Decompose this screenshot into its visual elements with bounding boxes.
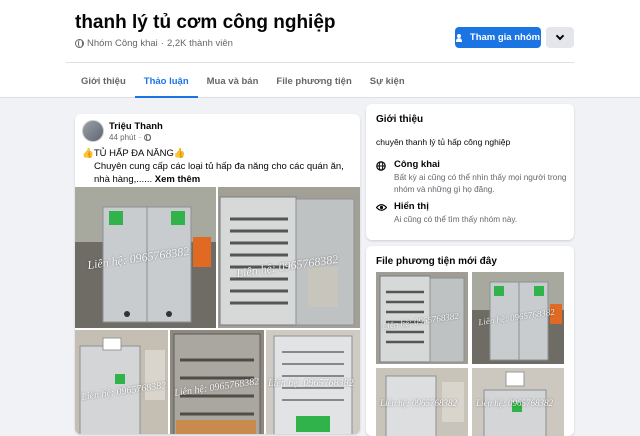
- people-icon: [455, 33, 466, 42]
- visible-text: Ai cũng có thể tìm thấy nhóm này.: [394, 215, 518, 224]
- media-watermark: Liên hệ: 0965768382: [476, 398, 553, 408]
- media-thumbnail[interactable]: Liên hệ: 0965768382: [472, 272, 564, 364]
- post-author[interactable]: Triệu Thanh: [109, 121, 163, 132]
- group-title: thanh lý tủ cơm công nghiệp: [75, 12, 336, 33]
- tab-about[interactable]: Giới thiệu: [72, 64, 135, 98]
- about-title: Giới thiệu: [376, 114, 424, 125]
- post-photo[interactable]: Liên hệ: 0965768382: [75, 330, 168, 434]
- avatar[interactable]: [82, 120, 104, 142]
- post-photo-grid: Liên hệ: 0965768382 Liên hệ: 0965768382: [75, 187, 360, 434]
- see-more-link[interactable]: Xem thêm: [155, 174, 200, 185]
- post-photo[interactable]: Liên hệ: 0965768382: [170, 330, 264, 434]
- post-time: 44 phút ·: [109, 133, 152, 142]
- group-header: thanh lý tủ cơm công nghiệp Nhóm Công kh…: [0, 0, 640, 98]
- post-text: 👍TỦ HẤP ĐA NĂNG👍 Chuyên cung cấp các loạ…: [82, 147, 354, 186]
- globe-icon: [144, 134, 152, 141]
- join-group-button[interactable]: Tham gia nhóm: [455, 27, 541, 48]
- post-time-text[interactable]: 44 phút: [109, 133, 136, 142]
- recent-media-title: File phương tiện mới đây: [376, 256, 497, 267]
- photo-watermark: Liên hệ: 0965768382: [268, 378, 354, 389]
- tab-events[interactable]: Sự kiện: [361, 64, 414, 98]
- media-thumbnail[interactable]: Liên hệ: 0965768382: [376, 272, 468, 364]
- post-headline: 👍TỦ HẤP ĐA NĂNG👍: [82, 148, 186, 159]
- chevron-down-icon: [555, 31, 565, 41]
- more-options-button[interactable]: [546, 27, 574, 48]
- globe-icon: [376, 161, 386, 171]
- post-photo[interactable]: Liên hệ: 0965768382: [218, 187, 360, 328]
- about-card: Giới thiệu chuyên thanh lý tủ hấp công n…: [366, 104, 574, 240]
- post-body: Chuyên cung cấp các loại tủ hấp đa năng …: [94, 161, 344, 185]
- tab-media[interactable]: File phương tiện: [267, 64, 360, 98]
- about-description: chuyên thanh lý tủ hấp công nghiệp: [376, 137, 511, 147]
- post-photo[interactable]: Liên hệ: 0965768382: [75, 187, 216, 328]
- media-thumbnail[interactable]: Liên hệ: 0965768382: [376, 368, 468, 436]
- join-group-label: Tham gia nhóm: [469, 32, 541, 43]
- group-tabs: Giới thiệu Thảo luận Mua và bán File phư…: [72, 64, 414, 98]
- post-card: Triệu Thanh 44 phút · 👍TỦ HẤP ĐA NĂNG👍 C…: [75, 114, 360, 434]
- globe-icon: [75, 39, 84, 48]
- media-watermark: Liên hệ: 0965768382: [380, 398, 457, 408]
- visible-title: Hiển thị: [394, 201, 429, 212]
- group-privacy: Nhóm Công khai: [87, 38, 158, 49]
- recent-media-card: File phương tiện mới đây Liên hệ: 096576…: [366, 246, 574, 436]
- post-photo[interactable]: Liên hệ: 0965768382: [266, 330, 360, 434]
- public-text: Bất kỳ ai cũng có thể nhìn thấy mọi ngườ…: [394, 173, 567, 194]
- group-meta: Nhóm Công khai · 2,2K thành viên: [75, 38, 233, 49]
- media-thumbnail[interactable]: Liên hệ: 0965768382: [472, 368, 564, 436]
- group-members[interactable]: 2,2K thành viên: [167, 38, 233, 49]
- eye-icon: [376, 204, 387, 211]
- public-title: Công khai: [394, 159, 440, 170]
- header-divider: [66, 62, 574, 63]
- tab-buy-sell[interactable]: Mua và bán: [198, 64, 268, 98]
- tab-discussion[interactable]: Thảo luận: [134, 64, 198, 98]
- meta-separator: ·: [160, 38, 164, 49]
